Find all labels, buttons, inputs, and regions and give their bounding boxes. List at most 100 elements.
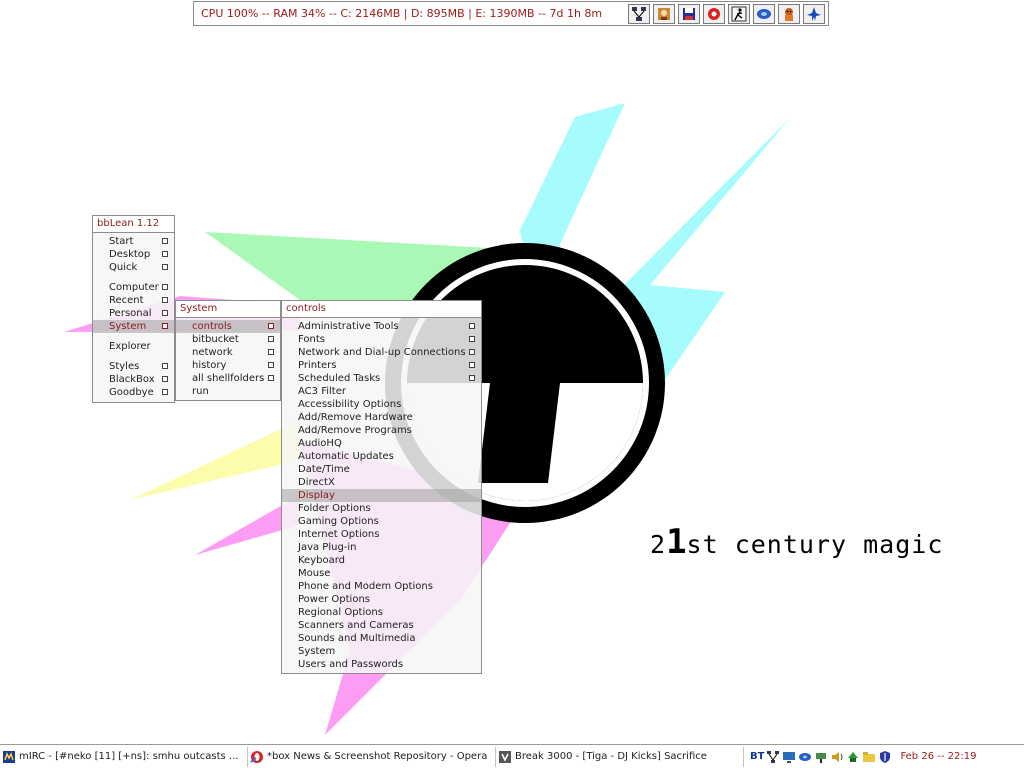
disc-icon[interactable]: [753, 3, 775, 24]
menu-item-blackbox[interactable]: BlackBox: [93, 373, 174, 386]
menu-item-sounds-multimedia[interactable]: Sounds and Multimedia: [282, 632, 481, 645]
menu-item-computer[interactable]: Computer: [93, 281, 174, 294]
menu-item-scheduled-tasks[interactable]: Scheduled Tasks: [282, 372, 481, 385]
monitor-icon[interactable]: [782, 750, 796, 764]
menu-item-administrative-tools[interactable]: Administrative Tools: [282, 320, 481, 333]
quick-launch-tray: [628, 3, 828, 24]
menu-item-users-passwords[interactable]: Users and Passwords: [282, 658, 481, 671]
menu-item-mouse[interactable]: Mouse: [282, 567, 481, 580]
submenu-arrow-icon: [162, 389, 168, 395]
menu-item-date-time[interactable]: Date/Time: [282, 463, 481, 476]
submenu-arrow-icon: [162, 284, 168, 290]
menu-item-explorer[interactable]: Explorer: [93, 340, 174, 353]
recycle-icon[interactable]: [846, 750, 860, 764]
network-icon[interactable]: [766, 750, 780, 764]
taskbar: mIRC - [#neko [11] [+ns]: smhu outcasts …: [0, 744, 1024, 768]
submenu-arrow-icon: [469, 323, 475, 329]
system-tray: BT: [744, 747, 892, 767]
jet-icon[interactable]: [803, 3, 825, 24]
network-icon[interactable]: [628, 3, 650, 24]
emblem-stem: [478, 383, 560, 483]
controls-submenu: controls Administrative Tools Fonts Netw…: [281, 300, 482, 674]
player-icon: [499, 750, 511, 763]
disc-icon[interactable]: [798, 750, 812, 764]
menu-item-history[interactable]: history: [176, 359, 280, 372]
save-icon[interactable]: [678, 3, 700, 24]
submenu-arrow-icon: [469, 349, 475, 355]
menu-item-power-options[interactable]: Power Options: [282, 593, 481, 606]
submenu-arrow-icon: [162, 238, 168, 244]
menu-item-network[interactable]: network: [176, 346, 280, 359]
submenu-arrow-icon: [268, 349, 274, 355]
menu-item-regional-options[interactable]: Regional Options: [282, 606, 481, 619]
submenu-arrow-icon: [162, 310, 168, 316]
menu-item-add-remove-programs[interactable]: Add/Remove Programs: [282, 424, 481, 437]
menu-item-accessibility-options[interactable]: Accessibility Options: [282, 398, 481, 411]
menu-item-network-dialup[interactable]: Network and Dial-up Connections: [282, 346, 481, 359]
opera-icon: [250, 750, 263, 763]
task-button-mirc[interactable]: mIRC - [#neko [11] [+ns]: smhu outcasts …: [0, 746, 248, 767]
wallpaper-motto: 21st century magic: [650, 522, 944, 562]
menu-item-run[interactable]: run: [176, 385, 280, 398]
menu-item-quick[interactable]: Quick: [93, 261, 174, 274]
menu-item-styles[interactable]: Styles: [93, 360, 174, 373]
menu-item-scanners-cameras[interactable]: Scanners and Cameras: [282, 619, 481, 632]
system-stats: CPU 100% -- RAM 34% -- C: 2146MB | D: 89…: [201, 7, 603, 20]
menu-item-start[interactable]: Start: [93, 235, 174, 248]
menu-item-bitbucket[interactable]: bitbucket: [176, 333, 280, 346]
menu-item-system[interactable]: System: [282, 645, 481, 658]
submenu-arrow-icon: [162, 376, 168, 382]
menu-item-all-shellfolders[interactable]: all shellfolders: [176, 372, 280, 385]
menu-item-folder-options[interactable]: Folder Options: [282, 502, 481, 515]
menu-item-java-plugin[interactable]: Java Plug-in: [282, 541, 481, 554]
runner-icon[interactable]: [728, 3, 750, 24]
volume-icon[interactable]: [830, 750, 844, 764]
folder-icon[interactable]: [862, 750, 876, 764]
menu-item-recent[interactable]: Recent: [93, 294, 174, 307]
menu-item-phone-modem-options[interactable]: Phone and Modem Options: [282, 580, 481, 593]
menu-title: bbLean 1.12: [93, 216, 174, 233]
taskbar-clock[interactable]: Feb 26 -- 22:19: [892, 751, 976, 762]
bear-icon[interactable]: [778, 3, 800, 24]
menu-item-desktop[interactable]: Desktop: [93, 248, 174, 261]
menu-item-personal[interactable]: Personal: [93, 307, 174, 320]
task-button-opera[interactable]: *box News & Screenshot Repository - Oper…: [248, 746, 496, 767]
menu-item-automatic-updates[interactable]: Automatic Updates: [282, 450, 481, 463]
system-submenu: System controls bitbucket network histor…: [175, 300, 281, 401]
menu-item-internet-options[interactable]: Internet Options: [282, 528, 481, 541]
shield-icon[interactable]: [878, 750, 892, 764]
bblean-root-menu: bbLean 1.12 Start Desktop Quick Computer…: [92, 215, 175, 403]
bt-label[interactable]: BT: [750, 751, 764, 762]
submenu-arrow-icon: [162, 264, 168, 270]
menu-item-add-remove-hardware[interactable]: Add/Remove Hardware: [282, 411, 481, 424]
menu-item-system[interactable]: System: [93, 320, 174, 333]
menu-item-directx[interactable]: DirectX: [282, 476, 481, 489]
menu-title: controls: [282, 301, 481, 318]
menu-item-display[interactable]: Display: [282, 489, 481, 502]
task-label: Break 3000 - [Tiga - DJ Kicks] Sacrifice: [515, 751, 707, 762]
system-monitor-bar: CPU 100% -- RAM 34% -- C: 2146MB | D: 89…: [193, 1, 829, 26]
submenu-arrow-icon: [469, 375, 475, 381]
yellow-ray: [130, 420, 300, 500]
submenu-arrow-icon: [268, 362, 274, 368]
menu-item-fonts[interactable]: Fonts: [282, 333, 481, 346]
menu-item-audiohq[interactable]: AudioHQ: [282, 437, 481, 450]
menu-item-controls[interactable]: controls: [176, 320, 280, 333]
character-icon[interactable]: [653, 3, 675, 24]
media-icon[interactable]: [703, 3, 725, 24]
menu-item-ac3-filter[interactable]: AC3 Filter: [282, 385, 481, 398]
submenu-arrow-icon: [268, 375, 274, 381]
menu-item-printers[interactable]: Printers: [282, 359, 481, 372]
submenu-arrow-icon: [162, 297, 168, 303]
mirc-icon: [3, 750, 15, 763]
task-button-player[interactable]: Break 3000 - [Tiga - DJ Kicks] Sacrifice: [496, 746, 744, 767]
submenu-arrow-icon: [162, 363, 168, 369]
network-cable-icon[interactable]: [814, 750, 828, 764]
menu-item-goodbye[interactable]: Goodbye: [93, 386, 174, 399]
submenu-arrow-icon: [469, 336, 475, 342]
menu-item-keyboard[interactable]: Keyboard: [282, 554, 481, 567]
menu-item-gaming-options[interactable]: Gaming Options: [282, 515, 481, 528]
submenu-arrow-icon: [162, 251, 168, 257]
submenu-arrow-icon: [469, 362, 475, 368]
task-label: *box News & Screenshot Repository - Oper…: [267, 751, 488, 762]
